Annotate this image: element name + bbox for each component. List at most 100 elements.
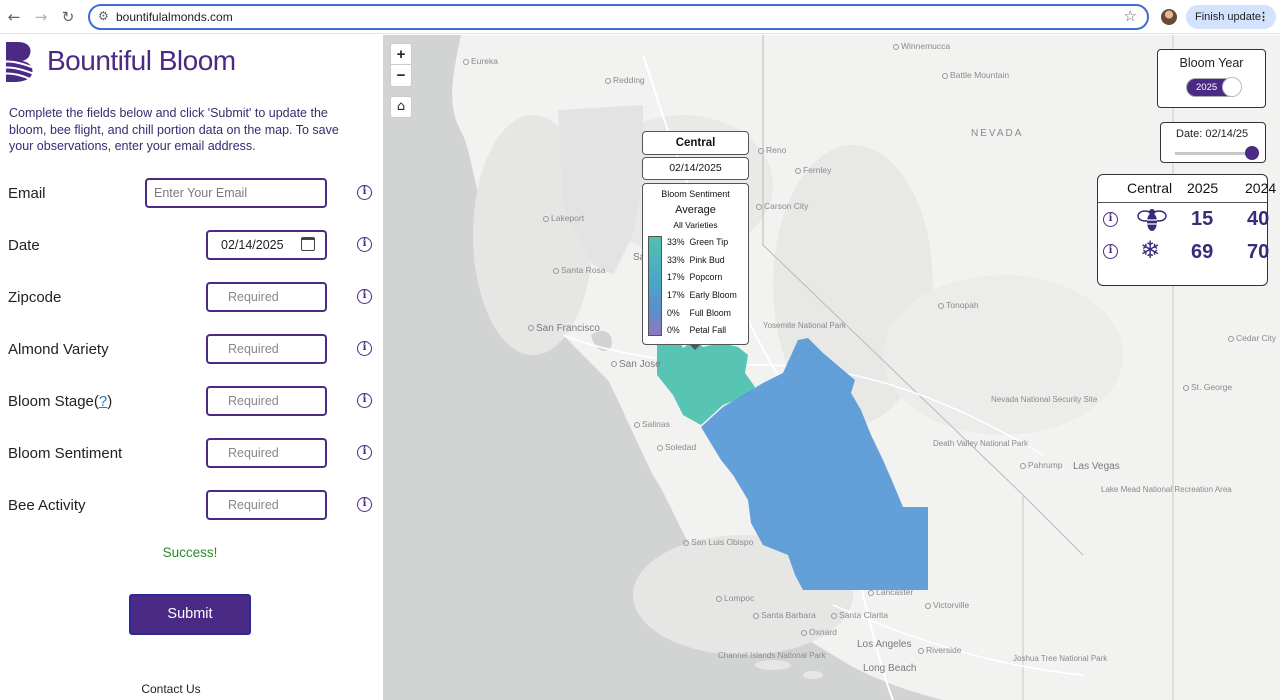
map-label: Santa Barbara	[753, 610, 816, 620]
date-info-icon[interactable]: i	[357, 237, 372, 252]
region-stats-panel: Central 2025 2024 i 15 40 i ❄ 69 70	[1097, 174, 1276, 286]
date-slider-track[interactable]	[1175, 152, 1250, 155]
brand-name: Bountiful Bloom	[47, 45, 236, 76]
map-label: Redding	[605, 75, 645, 85]
bloom-stage-label: Bloom Stage(?)	[8, 393, 112, 410]
date-value: 02/14/2025	[221, 238, 284, 252]
toggle-knob[interactable]	[1222, 77, 1242, 97]
map-label: Cedar City	[1228, 333, 1276, 343]
map-label: NEVADA	[971, 128, 1024, 139]
basemap	[383, 35, 1174, 700]
email-field[interactable]: Enter Your Email	[145, 178, 327, 208]
popup-date: 02/14/2025	[642, 157, 749, 180]
browser-toolbar: ← → ↻ ⚙ bountifulalmonds.com ☆ Finish up…	[0, 0, 1280, 34]
address-bar[interactable]: ⚙ bountifulalmonds.com ☆	[88, 4, 1149, 30]
bee-value-a: 15	[1191, 208, 1214, 230]
back-icon[interactable]: ←	[4, 7, 24, 27]
bloom-year-control: Bloom Year 2025	[1157, 49, 1266, 108]
map-label: Santa Rosa	[553, 265, 605, 275]
bookmark-star-icon[interactable]: ☆	[1124, 7, 1137, 25]
map-label: San Jose	[611, 359, 661, 370]
finish-update-button[interactable]: Finish update ⋮	[1186, 5, 1276, 29]
bloom-stage-field[interactable]: Required	[206, 386, 327, 416]
stats-year-a: 2025	[1187, 180, 1219, 196]
email-info-icon[interactable]: i	[357, 185, 372, 200]
map-label: Fernley	[795, 165, 831, 175]
map-label: Santa Clarita	[831, 610, 888, 620]
zoom-in-button[interactable]: +	[391, 44, 411, 65]
url-text[interactable]: bountifulalmonds.com	[116, 10, 233, 24]
stage-row: 0% Petal Fall	[667, 325, 726, 335]
stage-name: Pink Bud	[689, 255, 725, 265]
bloom-stage-label-suffix: )	[107, 393, 113, 410]
brand-logo	[2, 42, 35, 82]
bloom-stage-help-link[interactable]: ?	[99, 393, 107, 410]
almond-variety-label: Almond Variety	[8, 341, 109, 358]
forward-icon[interactable]: →	[31, 7, 51, 27]
map-label: Death Valley National Park	[933, 439, 1029, 448]
home-icon[interactable]: ⌂	[390, 96, 412, 118]
profile-avatar[interactable]	[1161, 9, 1177, 25]
stage-row: 17% Popcorn	[667, 272, 722, 282]
reload-icon[interactable]: ↻	[58, 7, 78, 27]
bloom-sentiment-label: Bloom Sentiment	[8, 445, 123, 462]
snowflake-icon: ❄	[1140, 236, 1161, 264]
bee-activity-label: Bee Activity	[8, 497, 86, 514]
zoom-out-button[interactable]: −	[391, 65, 411, 86]
stage-row: 33% Pink Bud	[667, 255, 725, 265]
map-label: Carson City	[756, 201, 808, 211]
zipcode-info-icon[interactable]: i	[357, 289, 372, 304]
map-label: Las Vegas	[1073, 461, 1120, 472]
map-label: Los Angeles	[857, 639, 912, 650]
map-label: San Francisco	[528, 323, 600, 334]
stage-row: 33% Green Tip	[667, 237, 728, 247]
bee-activity-info-icon[interactable]: i	[357, 497, 372, 512]
map-label: Salinas	[634, 419, 670, 429]
date-field[interactable]: 02/14/2025	[206, 230, 327, 260]
calendar-icon[interactable]	[301, 237, 315, 251]
date-slider-thumb[interactable]	[1245, 146, 1259, 160]
submit-button[interactable]: Submit	[129, 594, 251, 635]
bloom-year-label: Bloom Year	[1179, 56, 1244, 70]
stage-pct: 0%	[667, 308, 680, 318]
popup-heading: Bloom Sentiment	[661, 189, 730, 199]
bloom-year-toggle[interactable]: 2025	[1186, 77, 1242, 97]
almond-variety-info-icon[interactable]: i	[357, 341, 372, 356]
stage-name: Early Bloom	[689, 290, 737, 300]
popup-sentiment-card: Bloom Sentiment Average All Varieties 33…	[642, 183, 749, 345]
stage-pct: 17%	[667, 272, 685, 282]
bloom-stage-info-icon[interactable]: i	[357, 393, 372, 408]
stage-name: Popcorn	[689, 272, 723, 282]
popup-title: Central	[642, 131, 749, 155]
success-message: Success!	[162, 545, 218, 560]
bloom-sentiment-info-icon[interactable]: i	[357, 445, 372, 460]
zipcode-label: Zipcode	[8, 289, 62, 306]
map-label: Soledad	[657, 442, 696, 452]
map-view[interactable]: Eureka Redding Winnemucca Battle Mountai…	[383, 35, 1280, 700]
contact-us-link[interactable]: Contact Us	[0, 682, 342, 696]
finish-update-label: Finish update	[1195, 11, 1262, 23]
stats-year-b: 2024	[1245, 180, 1277, 196]
bee-activity-field[interactable]: Required	[206, 490, 327, 520]
map-label: Lompoc	[716, 593, 754, 603]
chill-value-b: 70	[1247, 241, 1270, 263]
bloom-sentiment-field[interactable]: Required	[206, 438, 327, 468]
almond-variety-field[interactable]: Required	[206, 334, 327, 364]
stage-row: 17% Early Bloom	[667, 290, 737, 300]
site-settings-icon[interactable]: ⚙	[98, 9, 109, 23]
stats-region: Central	[1127, 180, 1173, 196]
map-label: Channel Islands National Park	[718, 651, 826, 660]
bee-info-icon[interactable]: i	[1103, 212, 1118, 227]
map-label: Reno	[758, 145, 786, 155]
map-label: Winnemucca	[893, 41, 950, 51]
date-slider-control: Date: 02/14/25	[1160, 122, 1266, 163]
menu-dots-icon[interactable]: ⋮	[1258, 5, 1269, 29]
stats-divider	[1098, 202, 1267, 203]
map-label: Lake Mead National Recreation Area	[1101, 485, 1232, 494]
map-label: Long Beach	[863, 663, 917, 674]
form-panel: Bountiful Bloom Complete the fields belo…	[0, 35, 383, 700]
map-label: Pahrump	[1020, 460, 1063, 470]
zipcode-field[interactable]: Required	[206, 282, 327, 312]
popup-scope: All Varieties	[673, 220, 718, 230]
chill-info-icon[interactable]: i	[1103, 244, 1118, 259]
